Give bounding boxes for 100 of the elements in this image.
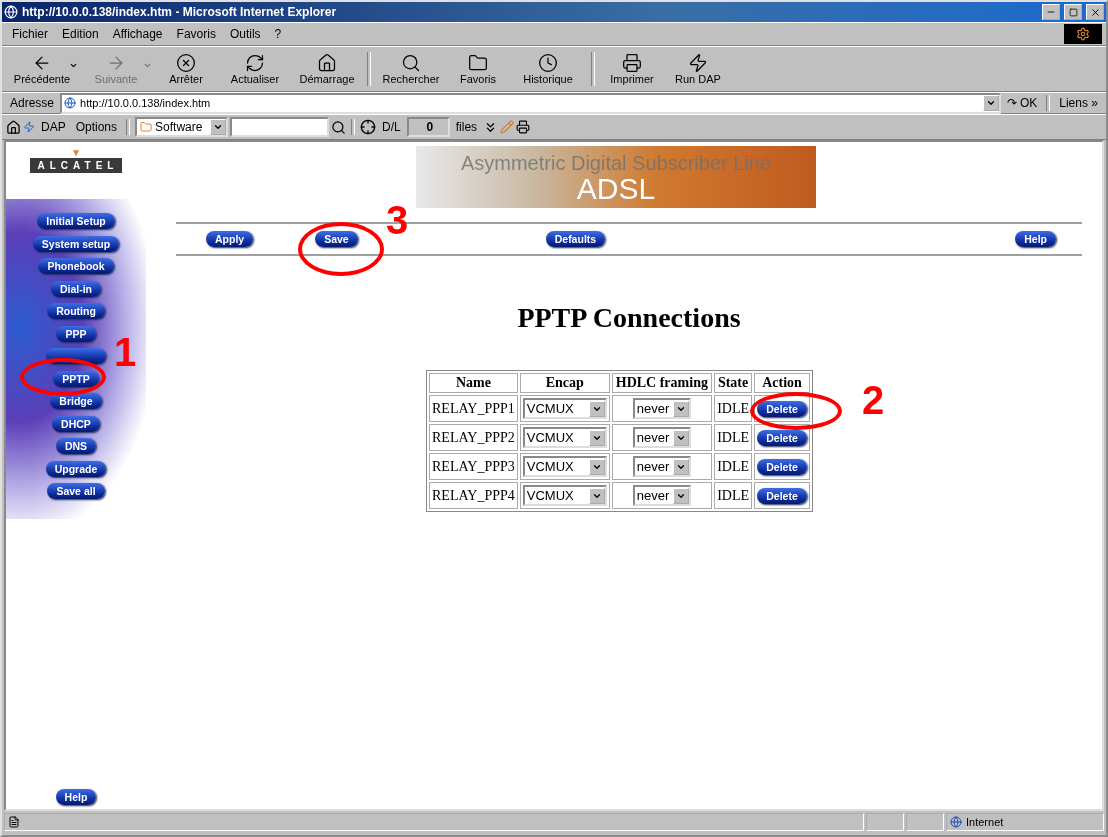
nav-button[interactable]: PPTP	[53, 370, 99, 387]
clock-icon	[538, 53, 558, 73]
close-icon	[1089, 6, 1101, 18]
encap-select[interactable]: VCMUX	[522, 485, 607, 506]
nav-button[interactable]: Upgrade	[45, 460, 107, 477]
delete-button[interactable]: Delete	[757, 487, 807, 504]
table-cell: RELAY_PPP2	[429, 424, 518, 451]
nav-button[interactable]: DNS	[55, 438, 97, 454]
action-button[interactable]: Defaults	[545, 231, 606, 247]
delete-button[interactable]: Delete	[757, 458, 807, 475]
table-cell: IDLE	[713, 482, 753, 509]
toolbar-button[interactable]: Précédente	[6, 49, 78, 89]
caret-icon	[143, 61, 152, 70]
bolt-icon	[688, 53, 708, 73]
delete-button[interactable]: Delete	[757, 400, 807, 417]
toolbar-button[interactable]: Démarrage	[292, 49, 362, 89]
nav-button[interactable]: Phonebook	[38, 258, 114, 274]
stop-icon	[176, 53, 196, 73]
column-header: Encap	[519, 373, 610, 393]
nav-button[interactable]: Routing	[47, 303, 105, 319]
framing-select[interactable]: never	[632, 427, 691, 448]
maximize-button[interactable]	[1064, 4, 1082, 20]
caret-icon	[69, 61, 78, 70]
column-header: State	[713, 373, 753, 393]
menu-item[interactable]: Outils	[223, 25, 267, 43]
options-button[interactable]: Options	[71, 120, 122, 134]
encap-select[interactable]: VCMUX	[522, 456, 607, 477]
go-button[interactable]: ↷ OK	[1002, 96, 1042, 110]
framing-select[interactable]: never	[632, 456, 691, 477]
annotation-number: 2	[862, 380, 885, 420]
triangle-icon: ▼	[71, 148, 81, 158]
page-heading: PPTP Connections	[516, 302, 742, 334]
column-header: Name	[429, 373, 518, 393]
table-cell: RELAY_PPP1	[429, 395, 518, 422]
printer-icon[interactable]	[516, 120, 531, 134]
folder-icon	[468, 53, 488, 73]
delete-button[interactable]: Delete	[757, 429, 807, 446]
toolbar-button[interactable]: Imprimer	[600, 49, 664, 89]
annotation-number: 3	[386, 200, 409, 240]
address-field[interactable]: http://10.0.0.138/index.htm	[60, 92, 1001, 114]
download-count: 0	[406, 117, 450, 137]
bolt-icon	[23, 121, 35, 133]
encap-select[interactable]: VCMUX	[522, 427, 607, 448]
action-button[interactable]: Apply	[206, 231, 254, 247]
folder-icon	[140, 121, 153, 133]
crosshair-icon[interactable]	[360, 119, 377, 135]
dap-button[interactable]: DAP	[37, 120, 70, 134]
printer-icon	[622, 53, 642, 73]
banner-subtitle: Asymmetric Digital Subscriber Line	[460, 151, 772, 175]
nav-button[interactable]: System setup	[32, 235, 120, 252]
menu-item[interactable]: Fichier	[6, 25, 54, 43]
nav-button[interactable]: Save all	[47, 483, 105, 499]
toolbar-button[interactable]: Rechercher	[376, 49, 446, 89]
category-select[interactable]: Software	[135, 117, 229, 137]
action-button[interactable]: Help	[1015, 231, 1056, 247]
nav-button[interactable]: DHCP	[52, 415, 100, 432]
nav-button[interactable]: Initial Setup	[37, 213, 115, 229]
column-header: Action	[754, 373, 810, 393]
search-icon	[401, 53, 421, 73]
logo: ALCATEL	[29, 158, 123, 173]
framing-select[interactable]: never	[632, 398, 691, 419]
table-cell: RELAY_PPP4	[429, 482, 518, 509]
framing-select[interactable]: never	[632, 485, 691, 506]
toolbar-button[interactable]: Favoris	[448, 49, 508, 89]
banner-title: ADSL	[576, 174, 656, 203]
nav-button[interactable]: Bridge	[50, 393, 102, 409]
search-icon[interactable]	[331, 119, 347, 135]
ie-icon	[4, 5, 18, 19]
annotation-number: 1	[114, 332, 137, 372]
close-button[interactable]	[1086, 4, 1104, 20]
maximize-icon	[1068, 7, 1078, 17]
table-cell: IDLE	[713, 424, 753, 451]
globe-icon	[950, 816, 962, 828]
menu-item[interactable]: Edition	[56, 25, 105, 43]
address-label: Adresse	[9, 96, 56, 110]
toolbar-button[interactable]: Actualiser	[220, 49, 290, 89]
toolbar-button[interactable]: Run DAP	[666, 49, 730, 89]
menu-item[interactable]: ?	[268, 25, 288, 43]
status-pane	[866, 813, 904, 831]
menu-item[interactable]: Favoris	[170, 25, 222, 43]
menu-item[interactable]: Affichage	[106, 25, 169, 43]
action-button[interactable]: Save	[315, 231, 358, 247]
refresh-icon	[245, 53, 265, 73]
column-header: HDLC framing	[611, 373, 712, 393]
table-cell: IDLE	[713, 453, 753, 480]
dl-label: D/L	[381, 120, 402, 134]
minimize-button[interactable]	[1042, 4, 1060, 20]
links-button[interactable]: Liens »	[1055, 96, 1102, 110]
nav-button[interactable]: Dial-in	[50, 280, 102, 297]
encap-select[interactable]: VCMUX	[522, 398, 607, 419]
toolbar-button[interactable]: Historique	[510, 49, 586, 89]
table-cell: IDLE	[713, 395, 753, 422]
house-icon	[317, 53, 337, 73]
toolbar-button[interactable]: Arrêter	[154, 49, 218, 89]
help-button[interactable]: Help	[55, 789, 97, 805]
table-cell: RELAY_PPP3	[429, 453, 518, 480]
house-icon[interactable]	[6, 119, 21, 135]
nav-button[interactable]: PPP	[56, 325, 96, 342]
search-field[interactable]	[230, 117, 330, 137]
window-title: http://10.0.0.138/index.htm - Microsoft Internet Explorer	[22, 5, 338, 19]
